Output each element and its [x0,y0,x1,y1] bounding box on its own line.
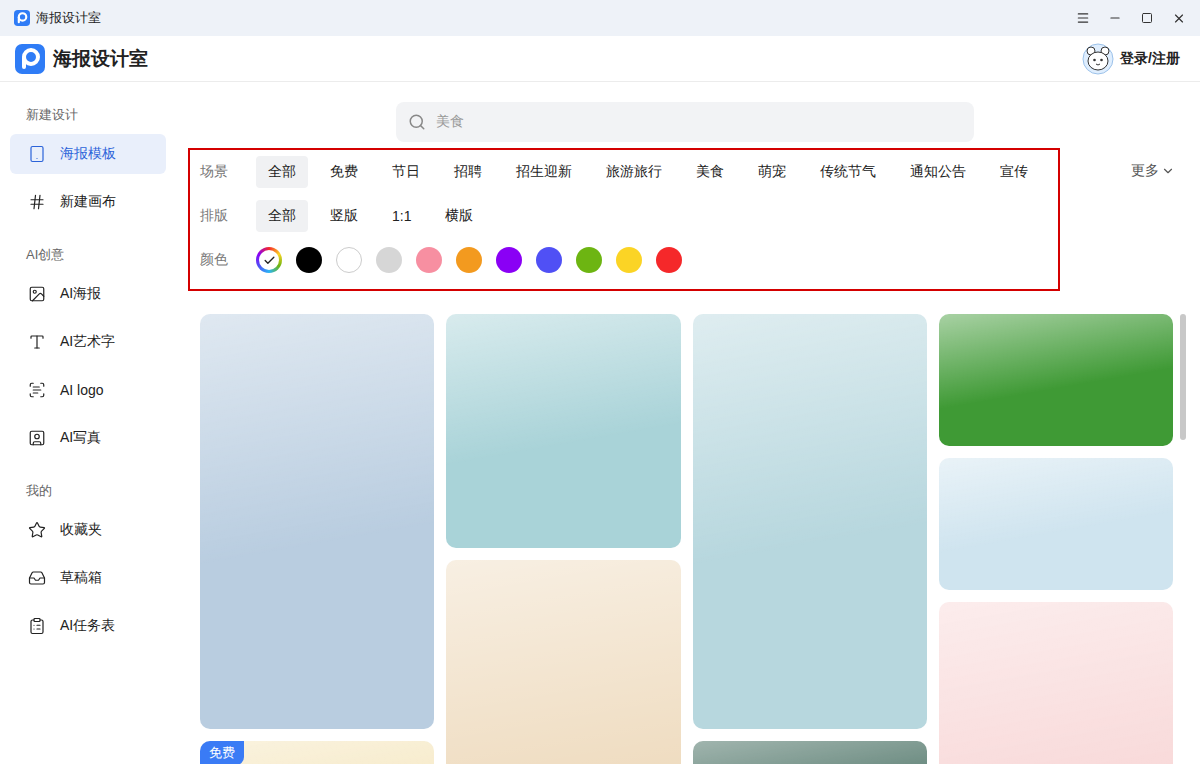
title-bar: 海报设计室 [0,0,1200,36]
filter-option[interactable]: 萌宠 [746,156,798,188]
filter-option[interactable]: 1:1 [380,200,423,232]
chevron-down-icon [1161,164,1175,178]
color-swatch[interactable] [496,247,522,273]
filter-option[interactable]: 旅游旅行 [594,156,674,188]
template-column [693,314,927,764]
section-title: 我的 [0,481,178,501]
section-title: AI创意 [0,245,178,265]
filter-option[interactable]: 免费 [318,156,370,188]
menu-button[interactable] [1076,11,1090,25]
color-swatch-all[interactable] [256,247,282,273]
maximize-button[interactable] [1140,11,1154,25]
main-content: 美食场景全部免费节日招聘招生迎新旅游旅行美食萌宠传统节气通知公告宣传排版全部竖版… [178,82,1200,764]
sidebar-item-icon [28,429,46,447]
sidebar-item[interactable]: 海报模板 [10,134,166,174]
filter-row: 场景全部免费节日招聘招生迎新旅游旅行美食萌宠传统节气通知公告宣传 [200,150,1048,194]
template-card[interactable] [200,314,434,729]
filter-option[interactable]: 全部 [256,156,308,188]
sidebar-section: 我的收藏夹草稿箱 AI任务表 [0,481,178,646]
filter-option[interactable]: 宣传 [988,156,1040,188]
app-logo-icon [14,10,30,26]
filter-label: 排版 [200,207,256,225]
template-card[interactable] [939,458,1173,590]
template-card[interactable] [693,741,927,764]
window-title: 海报设计室 [36,9,1076,27]
sidebar-item-icon [28,521,46,539]
minimize-button[interactable] [1108,11,1122,25]
sidebar: 新建设计海报模板新建画布 AI创意 AI海报 AI艺术字 AI logo AI写真我的收藏… [0,82,178,764]
sidebar-item-icon [28,569,46,587]
login-button[interactable]: 登录/注册 [1082,43,1180,75]
menu-icon [1076,11,1090,25]
close-button[interactable] [1172,11,1186,25]
filter-row: 排版全部竖版 1:1 横版 [200,194,1048,238]
color-swatch[interactable] [416,247,442,273]
sidebar-item[interactable]: AI海报 [10,274,166,314]
template-card[interactable]: 免费 [200,741,434,764]
color-swatch[interactable] [296,247,322,273]
filter-option[interactable]: 节日 [380,156,432,188]
template-card[interactable] [446,560,680,764]
color-swatch[interactable] [456,247,482,273]
sidebar-item[interactable]: 收藏夹 [10,510,166,550]
sidebar-section: 新建设计海报模板新建画布 [0,105,178,222]
filter-option[interactable]: 美食 [684,156,736,188]
free-badge: 免费 [200,741,244,764]
color-swatch[interactable] [536,247,562,273]
search-icon [408,113,426,131]
sidebar-section: AI创意 AI海报 AI艺术字 AI logo AI写真 [0,245,178,458]
color-swatch[interactable] [656,247,682,273]
template-column: 免费 [200,314,434,764]
filter-option[interactable]: 传统节气 [808,156,888,188]
check-icon [263,254,276,267]
filter-option[interactable]: 全部 [256,200,308,232]
section-title: 新建设计 [0,105,178,125]
filter-option[interactable]: 竖版 [318,200,370,232]
filter-label: 颜色 [200,251,256,269]
sidebar-item[interactable]: AI艺术字 [10,322,166,362]
minimize-icon [1108,11,1122,25]
sidebar-item-icon [28,145,46,163]
scrollbar-thumb[interactable] [1180,314,1186,440]
filter-label: 场景 [200,163,256,181]
sidebar-item[interactable]: AI任务表 [10,606,166,646]
sidebar-item-icon [28,617,46,635]
app-name: 海报设计室 [53,46,1082,72]
filter-option[interactable]: 通知公告 [898,156,978,188]
color-swatch[interactable] [576,247,602,273]
more-button[interactable]: 更多 [1131,162,1175,180]
sidebar-item[interactable]: AI写真 [10,418,166,458]
avatar-icon[interactable] [1082,43,1114,75]
filter-row: 颜色 [200,238,1048,282]
sidebar-item[interactable]: AI logo [10,370,166,410]
search-field[interactable]: 美食 [396,102,974,142]
template-card[interactable] [446,314,680,548]
window-controls [1076,11,1186,25]
sidebar-item-icon [28,381,46,399]
template-card[interactable] [693,314,927,729]
color-swatch[interactable] [336,247,362,273]
sidebar-item[interactable]: 新建画布 [10,182,166,222]
color-swatch[interactable] [376,247,402,273]
filter-option[interactable]: 横版 [433,200,485,232]
sidebar-item[interactable]: 草稿箱 [10,558,166,598]
scrollbar[interactable] [1180,314,1186,764]
sidebar-item-icon [28,285,46,303]
template-card[interactable] [939,602,1173,764]
filter-option[interactable]: 招聘 [442,156,494,188]
template-grid: 免费 [200,314,1173,764]
sidebar-item-icon [28,333,46,351]
sidebar-item-icon [28,193,46,211]
template-column [939,314,1173,764]
maximize-icon [1141,12,1153,24]
close-icon [1172,11,1186,26]
template-column [446,314,680,764]
filter-option[interactable]: 招生迎新 [504,156,584,188]
template-card[interactable] [939,314,1173,446]
color-swatch[interactable] [616,247,642,273]
filter-panel: 场景全部免费节日招聘招生迎新旅游旅行美食萌宠传统节气通知公告宣传排版全部竖版1:… [188,148,1060,291]
brand-logo-icon [15,44,45,74]
header: 海报设计室登录/注册 [0,36,1200,82]
app-window: 海报设计室海报设计室登录/注册新建设计海报模板新建画布AI创意AI海报AI艺术字… [0,0,1200,764]
